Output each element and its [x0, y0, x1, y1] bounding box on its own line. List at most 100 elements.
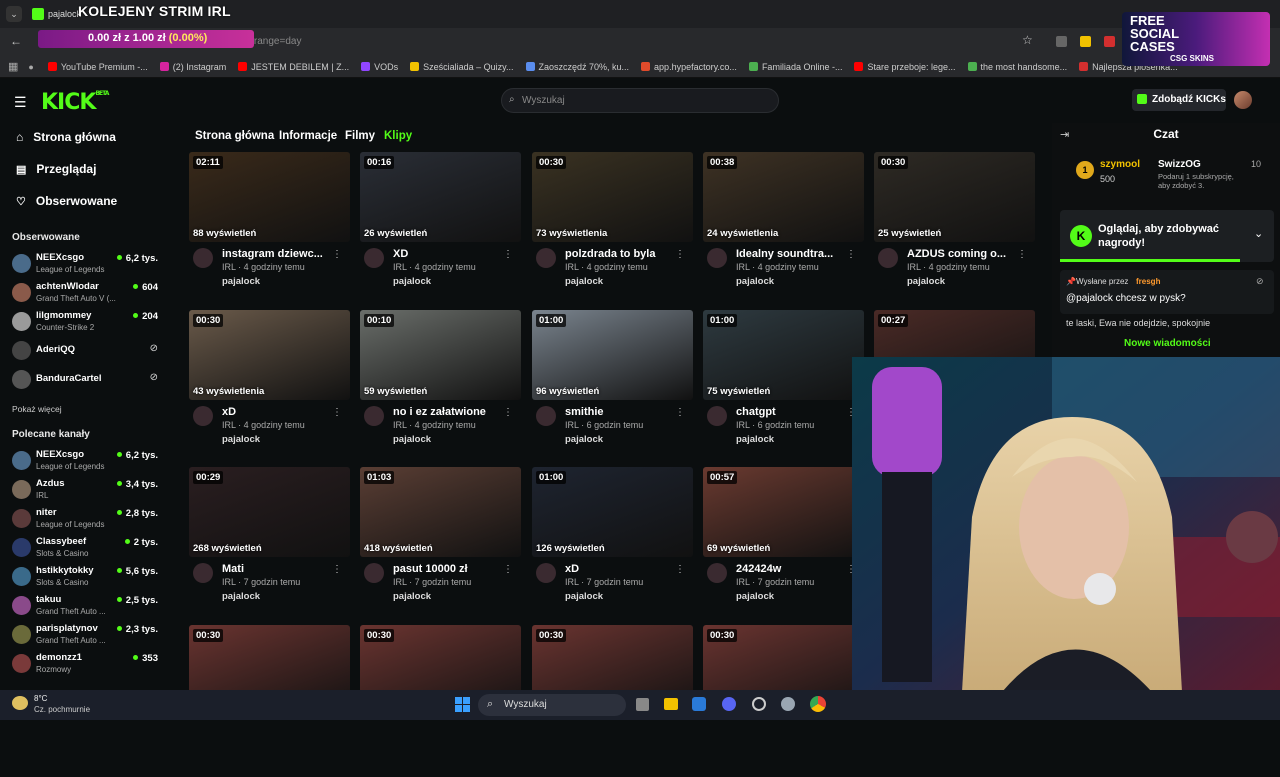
clip-user[interactable]: pajalock — [736, 591, 774, 602]
bookmark-item[interactable]: Zaoszczędź 70%, ku... — [525, 62, 629, 72]
new-messages-button[interactable]: Nowe wiadomości — [1124, 338, 1211, 349]
clip-user[interactable]: pajalock — [736, 434, 774, 445]
clip-thumbnail[interactable]: 00:57 69 wyświetleń — [703, 467, 864, 557]
channel-item[interactable]: BanduraCartel ⊘ — [12, 368, 162, 396]
clip-title[interactable]: pasut 10000 zł — [393, 563, 505, 575]
show-more-link[interactable]: Pokaż więcej — [12, 404, 62, 414]
bookmark-item[interactable]: VODs — [361, 62, 398, 72]
clip-card[interactable]: 01:00 75 wyświetleń chatgpt IRL · 6 godzin … — [703, 310, 864, 462]
clip-thumbnail[interactable]: 00:30 43 wyświetlenia — [189, 310, 350, 400]
chevron-down-icon[interactable]: ⌄ — [1254, 227, 1263, 240]
extension-icon[interactable] — [1080, 36, 1091, 47]
clip-creator-avatar[interactable] — [193, 406, 213, 426]
clip-title[interactable]: xD — [222, 406, 334, 418]
nav-browse[interactable]: ▤ Przeglądaj — [16, 162, 96, 176]
more-options-icon[interactable]: ⋮ — [332, 407, 342, 418]
more-options-icon[interactable]: ⋮ — [503, 249, 513, 260]
bookmark-item[interactable]: the most handsome... — [967, 62, 1067, 72]
clip-creator-avatar[interactable] — [536, 406, 556, 426]
channel-item[interactable]: achtenWlodar Grand Theft Auto V (... 604 — [12, 281, 162, 309]
github-icon[interactable]: ● — [28, 62, 33, 72]
clip-thumbnail[interactable]: 00:10 59 wyświetleń — [360, 310, 521, 400]
store-icon[interactable] — [692, 697, 706, 711]
more-options-icon[interactable]: ⋮ — [1017, 249, 1027, 260]
extension-icon[interactable] — [1104, 36, 1115, 47]
clip-user[interactable]: pajalock — [393, 591, 431, 602]
more-options-icon[interactable]: ⋮ — [675, 249, 685, 260]
clip-thumbnail[interactable]: 01:00 96 wyświetleń — [532, 310, 693, 400]
clip-thumbnail[interactable]: 00:38 24 wyświetlenia — [703, 152, 864, 242]
clip-thumbnail[interactable]: 01:00 126 wyświetleń — [532, 467, 693, 557]
clip-title[interactable]: instagram dziewc... — [222, 248, 334, 260]
get-kicks-button[interactable]: Zdobądź KICKs — [1132, 89, 1226, 111]
more-options-icon[interactable]: ⋮ — [846, 249, 856, 260]
clip-creator-avatar[interactable] — [364, 563, 384, 583]
user-avatar[interactable] — [1234, 91, 1252, 109]
channel-item[interactable]: demonzz1 Rozmowy 353 — [12, 652, 162, 680]
nav-home[interactable]: ⌂ Strona główna — [16, 130, 116, 144]
nav-following[interactable]: ♡ Obserwowane — [16, 194, 117, 208]
clip-user[interactable]: pajalock — [907, 276, 945, 287]
clip-user[interactable]: pajalock — [393, 434, 431, 445]
clip-user[interactable]: pajalock — [565, 591, 603, 602]
channel-item[interactable]: niter League of Legends 2,8 tys. — [12, 507, 162, 535]
clip-card[interactable]: 00:16 26 wyświetleń XD IRL · 4 godziny temu… — [360, 152, 521, 304]
bookmark-item[interactable]: Sześcialiada – Quizy... — [410, 62, 514, 72]
bookmark-item[interactable]: app.hypefactory.co... — [641, 62, 737, 72]
more-options-icon[interactable]: ⋮ — [503, 407, 513, 418]
clip-title[interactable]: AZDUS coming o... — [907, 248, 1019, 260]
clip-title[interactable]: smithie — [565, 406, 677, 418]
clip-user[interactable]: pajalock — [393, 276, 431, 287]
channel-item[interactable]: AderiQQ ⊘ — [12, 339, 162, 367]
clip-creator-avatar[interactable] — [536, 563, 556, 583]
apps-grid-icon[interactable]: ▦ — [8, 60, 18, 73]
clip-creator-avatar[interactable] — [707, 248, 727, 268]
clip-card[interactable]: 01:00 126 wyświetleń xD IRL · 7 godzin temu… — [532, 467, 693, 619]
file-explorer-icon[interactable] — [664, 698, 678, 710]
channel-item[interactable]: parisplatynov Grand Theft Auto ... 2,3 tys… — [12, 623, 162, 651]
watch-rewards-banner[interactable]: K Oglądaj, aby zdobywać nagrody! ⌄ — [1060, 210, 1274, 262]
clip-card[interactable]: 00:30 73 wyświetlenia polzdrada to byla IRL… — [532, 152, 693, 304]
clip-user[interactable]: pajalock — [222, 276, 260, 287]
channel-item[interactable]: NEEXcsgo League of Legends 6,2 tys. — [12, 449, 162, 477]
channel-item[interactable]: lilgmommey Counter-Strike 2 204 — [12, 310, 162, 338]
extension-icon[interactable] — [1056, 36, 1067, 47]
clip-title[interactable]: no i ez załatwione — [393, 406, 505, 418]
clip-card[interactable]: 00:38 24 wyświetlenia Idealny soundtra... I… — [703, 152, 864, 304]
more-options-icon[interactable]: ⋮ — [675, 407, 685, 418]
search-input[interactable]: ⌕ Wyszukaj — [501, 88, 779, 113]
app-icon[interactable] — [752, 697, 766, 711]
more-options-icon[interactable]: ⋮ — [332, 564, 342, 575]
clip-creator-avatar[interactable] — [878, 248, 898, 268]
clip-title[interactable]: polzdrada to byla — [565, 248, 677, 260]
clip-creator-avatar[interactable] — [707, 563, 727, 583]
unpin-icon[interactable]: ⊘ — [1256, 276, 1264, 287]
clip-thumbnail[interactable]: 01:03 418 wyświetleń — [360, 467, 521, 557]
back-arrow-icon[interactable]: ← — [10, 34, 22, 48]
tab-videos[interactable]: Filmy — [345, 130, 375, 142]
discord-icon[interactable] — [722, 697, 736, 711]
channel-item[interactable]: Classybeef Slots & Casino 2 tys. — [12, 536, 162, 564]
clip-title[interactable]: 242424w — [736, 563, 848, 575]
chrome-icon[interactable] — [810, 696, 826, 712]
clip-user[interactable]: pajalock — [565, 434, 603, 445]
clip-creator-avatar[interactable] — [193, 563, 213, 583]
bookmark-star-icon[interactable]: ☆ — [1022, 33, 1033, 47]
clip-title[interactable]: XD — [393, 248, 505, 260]
channel-item[interactable]: hstikkytokky Slots & Casino 5,6 tys. — [12, 565, 162, 593]
bookmark-item[interactable]: Familiada Online -... — [748, 62, 842, 72]
more-options-icon[interactable]: ⋮ — [675, 564, 685, 575]
clip-card[interactable]: 02:11 88 wyświetleń instagram dziewc... IRL… — [189, 152, 350, 304]
bookmark-item[interactable]: (2) Instagram — [159, 62, 226, 72]
clip-card[interactable]: 01:00 96 wyświetleń smithie IRL · 6 godzin … — [532, 310, 693, 462]
clip-card[interactable]: 01:03 418 wyświetleń pasut 10000 zł IRL · 7… — [360, 467, 521, 619]
windows-start-icon[interactable] — [455, 697, 470, 712]
hamburger-menu-icon[interactable]: ☰ — [14, 94, 27, 111]
active-tab[interactable]: pajalock — [48, 9, 81, 19]
clip-creator-avatar[interactable] — [364, 406, 384, 426]
clip-user[interactable]: pajalock — [565, 276, 603, 287]
tab-clips[interactable]: Klipy — [384, 130, 412, 142]
channel-item[interactable]: Azdus IRL 3,4 tys. — [12, 478, 162, 506]
taskbar-search[interactable]: ⌕ Wyszukaj — [478, 694, 626, 716]
clip-card[interactable]: 00:29 268 wyświetleń Mati IRL · 7 godzin te… — [189, 467, 350, 619]
